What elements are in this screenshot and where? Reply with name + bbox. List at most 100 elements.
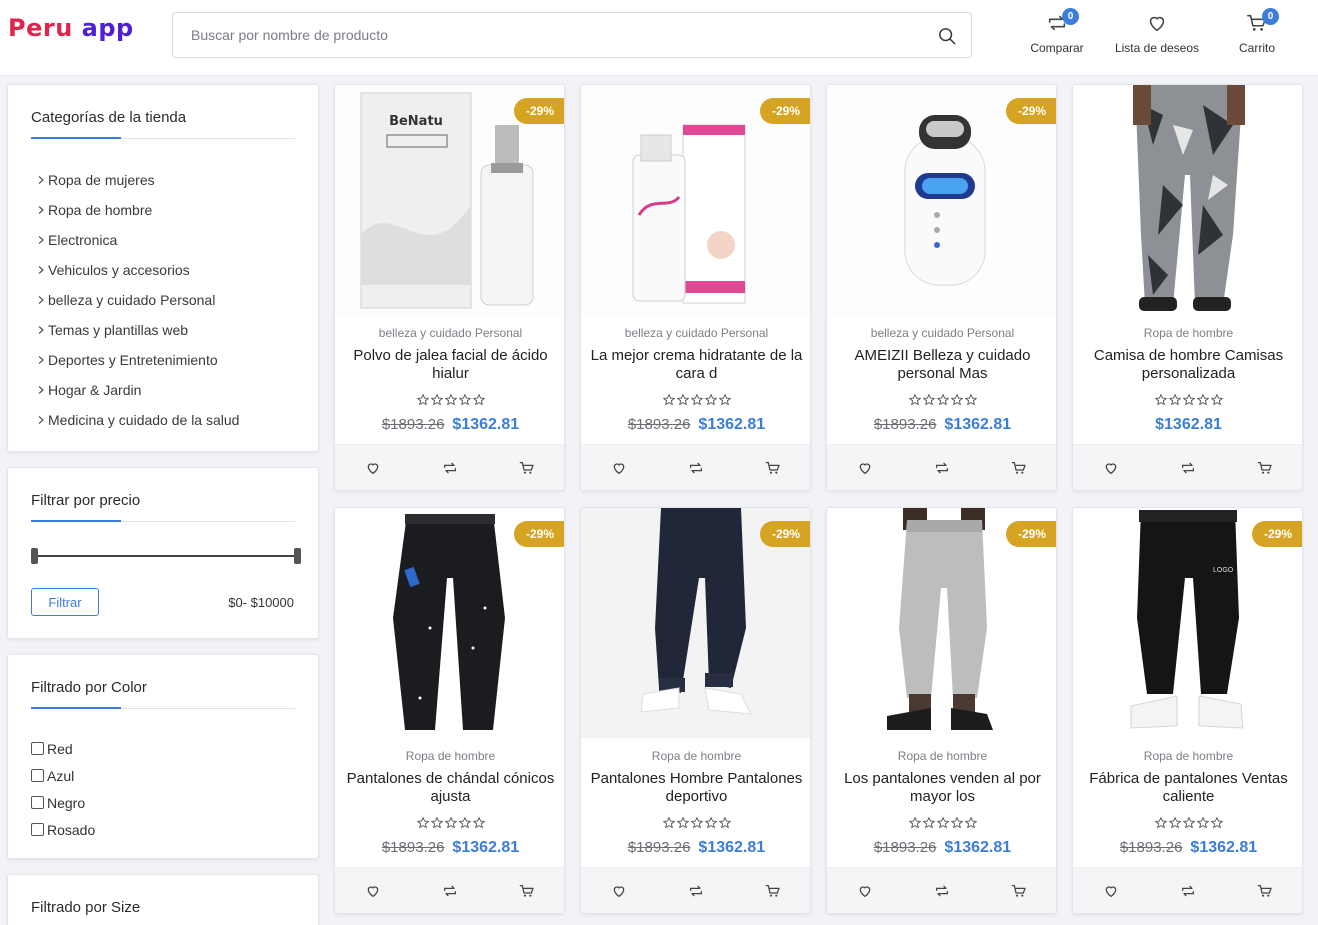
- old-price: $1893.26: [873, 839, 937, 856]
- add-to-wishlist-heart-icon[interactable]: [857, 460, 873, 476]
- product-card[interactable]: BeNatu -29% belleza y cuidado Personal Polv…: [334, 84, 565, 491]
- product-prices: $1893.26 $1362.81: [335, 839, 564, 857]
- star-icon: [416, 391, 430, 407]
- product-card[interactable]: -29% belleza y cuidado Personal La mejor c…: [580, 84, 811, 491]
- add-to-wishlist-heart-icon[interactable]: [1103, 883, 1119, 899]
- category-label: Ropa de hombre: [48, 202, 153, 218]
- add-to-cart-icon[interactable]: [1257, 460, 1273, 476]
- add-to-compare-icon[interactable]: [934, 460, 950, 476]
- product-card[interactable]: -29% belleza y cuidado Personal AMEIZII Be…: [826, 84, 1057, 491]
- add-to-compare-icon[interactable]: [1180, 883, 1196, 899]
- add-to-compare-icon[interactable]: [688, 883, 704, 899]
- color-option[interactable]: Rosado: [31, 816, 95, 843]
- discount-badge: -29%: [759, 98, 810, 124]
- add-to-wishlist-heart-icon[interactable]: [1103, 460, 1119, 476]
- slider-track[interactable]: [33, 555, 299, 557]
- add-to-compare-icon[interactable]: [934, 883, 950, 899]
- add-to-compare-icon[interactable]: [442, 883, 458, 899]
- categories-title: Categorías de la tienda: [31, 109, 187, 126]
- compare-button[interactable]: 0 Comparar: [1002, 8, 1112, 64]
- add-to-compare-icon[interactable]: [1180, 460, 1196, 476]
- color-option[interactable]: Azul: [31, 762, 95, 789]
- product-name[interactable]: Camisa de hombre Camisas personalizada: [1081, 347, 1296, 383]
- color-filter-title: Filtrado por Color: [31, 679, 147, 696]
- add-to-wishlist-heart-icon[interactable]: [611, 883, 627, 899]
- category-item[interactable]: Medicina y cuidado de la salud: [36, 405, 239, 435]
- star-icon: [472, 391, 486, 407]
- product-category[interactable]: Ropa de hombre: [335, 749, 564, 763]
- category-item[interactable]: Electronica: [36, 225, 239, 255]
- product-card[interactable]: Ropa de hombre Camisa de hombre Camisas p…: [1072, 84, 1303, 491]
- current-price: $1362.81: [1190, 839, 1258, 856]
- product-category[interactable]: Ropa de hombre: [827, 749, 1056, 763]
- add-to-wishlist-heart-icon[interactable]: [365, 460, 381, 476]
- add-to-cart-icon[interactable]: [765, 883, 781, 899]
- search-icon[interactable]: [938, 27, 956, 45]
- color-checkbox[interactable]: [31, 742, 44, 755]
- rating-stars: [827, 391, 1056, 407]
- star-icon: [950, 814, 964, 830]
- add-to-wishlist-heart-icon[interactable]: [611, 460, 627, 476]
- add-to-cart-icon[interactable]: [519, 883, 535, 899]
- category-item[interactable]: belleza y cuidado Personal: [36, 285, 239, 315]
- slider-max-handle[interactable]: [294, 548, 301, 564]
- product-category[interactable]: belleza y cuidado Personal: [335, 326, 564, 340]
- product-name[interactable]: Los pantalones venden al por mayor los: [835, 770, 1050, 806]
- color-option[interactable]: Negro: [31, 789, 95, 816]
- category-item[interactable]: Temas y plantillas web: [36, 315, 239, 345]
- product-name[interactable]: La mejor crema hidratante de la cara d: [589, 347, 804, 383]
- star-icon: [922, 814, 936, 830]
- add-to-cart-icon[interactable]: [1011, 883, 1027, 899]
- category-item[interactable]: Vehiculos y accesorios: [36, 255, 239, 285]
- product-actions: [1073, 444, 1302, 490]
- wishlist-button[interactable]: Lista de deseos: [1102, 8, 1212, 64]
- color-checkbox[interactable]: [31, 796, 44, 809]
- old-price: $1893.26: [1119, 839, 1183, 856]
- product-name[interactable]: Fábrica de pantalones Ventas caliente: [1081, 770, 1296, 806]
- product-name[interactable]: Pantalones de chándal cónicos ajusta: [343, 770, 558, 806]
- add-to-cart-icon[interactable]: [1011, 460, 1027, 476]
- cart-button[interactable]: 0 Carrito: [1202, 8, 1312, 64]
- product-actions: [581, 444, 810, 490]
- product-category[interactable]: Ropa de hombre: [581, 749, 810, 763]
- product-card[interactable]: -29% Ropa de hombre Pantalones de chándal …: [334, 507, 565, 914]
- add-to-cart-icon[interactable]: [519, 460, 535, 476]
- chevron-right-icon: [38, 236, 44, 244]
- add-to-cart-icon[interactable]: [1257, 883, 1273, 899]
- product-name[interactable]: Polvo de jalea facial de ácido hialur: [343, 347, 558, 383]
- color-checkbox[interactable]: [31, 823, 44, 836]
- filter-button[interactable]: Filtrar: [31, 588, 99, 616]
- rating-stars: [827, 814, 1056, 830]
- product-image[interactable]: [1073, 85, 1302, 315]
- product-category[interactable]: Ropa de hombre: [1073, 326, 1302, 340]
- category-list: Ropa de mujeres Ropa de hombre Electroni…: [36, 165, 239, 435]
- slider-min-handle[interactable]: [31, 548, 38, 564]
- product-card[interactable]: -29% Ropa de hombre Pantalones Hombre Pant…: [580, 507, 811, 914]
- product-name[interactable]: AMEIZII Belleza y cuidado personal Mas: [835, 347, 1050, 383]
- price-range-text: $0- $10000: [228, 595, 294, 610]
- add-to-compare-icon[interactable]: [688, 460, 704, 476]
- add-to-wishlist-heart-icon[interactable]: [365, 883, 381, 899]
- product-category[interactable]: belleza y cuidado Personal: [827, 326, 1056, 340]
- color-option[interactable]: Red: [31, 735, 95, 762]
- star-icon: [936, 814, 950, 830]
- product-card[interactable]: LOGO -29% Ropa de hombre Fábrica de pantalo…: [1072, 507, 1303, 914]
- category-item[interactable]: Deportes y Entretenimiento: [36, 345, 239, 375]
- product-category[interactable]: Ropa de hombre: [1073, 749, 1302, 763]
- price-filter-panel: Filtrar por precio Filtrar $0- $10000: [7, 467, 319, 639]
- logo[interactable]: Peru app: [8, 14, 134, 42]
- category-label: Deportes y Entretenimiento: [48, 352, 218, 368]
- color-checkbox[interactable]: [31, 769, 44, 782]
- product-prices: $1893.26 $1362.81: [335, 416, 564, 434]
- add-to-compare-icon[interactable]: [442, 460, 458, 476]
- product-card[interactable]: -29% Ropa de hombre Los pantalones venden …: [826, 507, 1057, 914]
- product-name[interactable]: Pantalones Hombre Pantalones deportivo: [589, 770, 804, 806]
- category-item[interactable]: Ropa de mujeres: [36, 165, 239, 195]
- category-item[interactable]: Hogar & Jardin: [36, 375, 239, 405]
- product-category[interactable]: belleza y cuidado Personal: [581, 326, 810, 340]
- product-prices: $1893.26 $1362.81: [827, 416, 1056, 434]
- category-item[interactable]: Ropa de hombre: [36, 195, 239, 225]
- add-to-wishlist-heart-icon[interactable]: [857, 883, 873, 899]
- search-input[interactable]: [173, 13, 933, 57]
- add-to-cart-icon[interactable]: [765, 460, 781, 476]
